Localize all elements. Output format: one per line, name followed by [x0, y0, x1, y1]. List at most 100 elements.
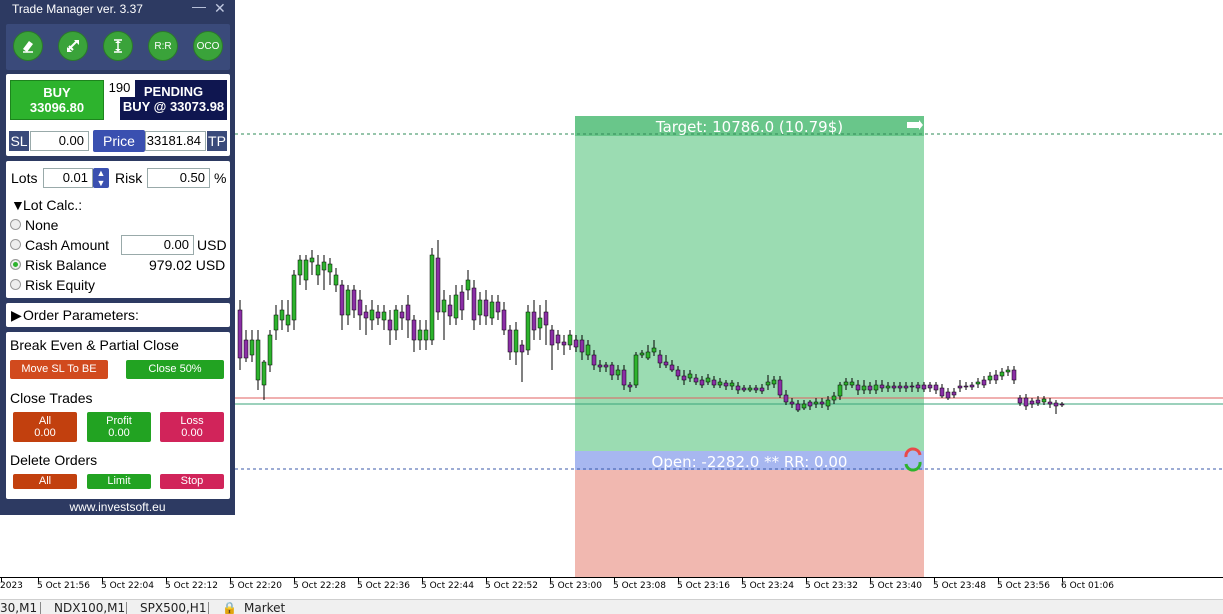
- candle-body: [735, 385, 741, 391]
- candle-body: [459, 291, 465, 311]
- candle-body: [645, 351, 651, 359]
- candle-body: [927, 384, 933, 389]
- stop-zone[interactable]: [575, 470, 924, 577]
- close-loss-value: 0.00: [181, 427, 203, 439]
- time-axis: 2023 5 Oct 21:56 5 Oct 22:04 5 Oct 22:12 5 O…: [0, 577, 1223, 599]
- sl-input[interactable]: 0.00: [30, 131, 89, 151]
- candle-body: [405, 304, 411, 321]
- close-loss-button[interactable]: Loss 0.00: [160, 412, 224, 442]
- candle-body: [573, 339, 579, 348]
- time-axis-tick: [38, 578, 39, 582]
- candle-body: [771, 379, 777, 385]
- delete-all-button[interactable]: All: [13, 474, 77, 489]
- candle-body: [369, 309, 375, 321]
- price-input[interactable]: 33181.84: [145, 131, 206, 151]
- delete-stop-button[interactable]: Stop: [160, 474, 224, 489]
- order-params-toggle[interactable]: ▶: [11, 307, 22, 324]
- candle-body: [507, 329, 513, 353]
- candle-body: [873, 384, 879, 391]
- candle-body: [309, 257, 315, 263]
- candle-body: [921, 384, 927, 390]
- candle-body: [291, 274, 297, 321]
- lock-icon: 🔒: [222, 601, 237, 614]
- option-none-label[interactable]: None: [25, 217, 58, 233]
- candle-body: [705, 377, 711, 383]
- candle-body: [945, 391, 951, 399]
- pending-button[interactable]: PENDING BUY @ 33073.98: [120, 80, 227, 120]
- candle-body: [909, 385, 915, 388]
- radio-risk-equity[interactable]: [10, 279, 21, 290]
- move-sl-to-be-button[interactable]: Move SL To BE: [10, 360, 108, 379]
- close-all-button[interactable]: All 0.00: [13, 412, 77, 442]
- break-even-label: Break Even & Partial Close: [10, 337, 179, 353]
- candle-body: [681, 375, 687, 381]
- close-profit-button[interactable]: Profit 0.00: [87, 412, 151, 442]
- candle-body: [963, 385, 969, 388]
- target-label: Target: 10786.0 (10.79$): [655, 118, 844, 136]
- option-cash-amount-label[interactable]: Cash Amount: [25, 237, 109, 253]
- close-all-value: 0.00: [34, 427, 56, 439]
- candle-body: [765, 381, 771, 386]
- candle-body: [243, 339, 249, 359]
- spread-value: 190: [104, 80, 135, 97]
- candle-body: [969, 384, 975, 388]
- candle-body: [483, 299, 489, 317]
- candle-body: [987, 375, 993, 381]
- candle-body: [1059, 403, 1065, 406]
- cash-amount-input[interactable]: 0.00: [121, 235, 194, 255]
- radio-none[interactable]: [10, 219, 21, 230]
- close-icon[interactable]: ✕: [214, 0, 226, 17]
- candle-body: [1041, 398, 1047, 403]
- candle-body: [933, 384, 939, 391]
- vertical-range-icon[interactable]: [103, 31, 133, 61]
- risk-input[interactable]: 0.50: [147, 168, 210, 188]
- tab-separator: [208, 602, 209, 614]
- open-label: Open: -2282.0 ** RR: 0.00: [651, 453, 848, 471]
- option-risk-equity-label[interactable]: Risk Equity: [25, 277, 95, 293]
- panel-titlebar[interactable]: Trade Manager ver. 3.37 — ✕: [0, 0, 235, 19]
- order-params-label[interactable]: Order Parameters:: [23, 307, 139, 323]
- candle-body: [831, 395, 837, 401]
- option-risk-balance-label[interactable]: Risk Balance: [25, 257, 107, 273]
- delete-orders-label: Delete Orders: [10, 452, 98, 468]
- time-axis-label: 6 Oct 01:06: [1061, 581, 1114, 591]
- eraser-icon[interactable]: [13, 31, 43, 61]
- reverse-arrows-icon[interactable]: [58, 31, 88, 61]
- candle-body: [261, 361, 267, 386]
- candle-body: [609, 364, 615, 376]
- candle-body: [783, 394, 789, 403]
- buy-button[interactable]: BUY 33096.80: [10, 80, 104, 120]
- candle-body: [387, 319, 393, 331]
- candle-body: [399, 311, 405, 319]
- lots-input[interactable]: 0.01: [43, 168, 93, 188]
- oco-button[interactable]: OCO: [193, 31, 223, 61]
- candle-body: [513, 329, 519, 353]
- price-button[interactable]: Price: [93, 130, 145, 152]
- target-zone[interactable]: [575, 116, 924, 451]
- candle-body: [303, 259, 309, 281]
- candle-body: [255, 339, 261, 381]
- time-axis-label: 5 Oct 23:40: [869, 581, 922, 591]
- mt-terminal-window: Target: 10786.0 (10.79$) Open: -2282.0 *…: [0, 0, 1223, 614]
- close-partial-button[interactable]: Close 50%: [126, 360, 224, 379]
- candle-body: [525, 311, 531, 351]
- radio-risk-balance[interactable]: [10, 259, 21, 270]
- delete-limit-button[interactable]: Limit: [87, 474, 151, 489]
- tab-market[interactable]: Market: [244, 601, 285, 614]
- candle-body: [375, 311, 381, 319]
- close-trades-label: Close Trades: [10, 390, 93, 406]
- radio-cash-amount[interactable]: [10, 239, 21, 250]
- footer-link[interactable]: www.investsoft.eu: [0, 500, 235, 515]
- tab-30-m1[interactable]: 30,M1: [0, 601, 37, 614]
- candle-body: [345, 289, 351, 316]
- minimize-icon[interactable]: —: [192, 0, 206, 14]
- rr-button[interactable]: R:R: [148, 31, 178, 61]
- tab-ndx100-m1[interactable]: NDX100,M1: [54, 601, 125, 614]
- lot-calc-label[interactable]: Lot Calc.:: [23, 197, 82, 213]
- candle-body: [975, 381, 981, 385]
- lots-stepper-icon[interactable]: ▲ ▼: [93, 168, 109, 188]
- tab-spx500-h1[interactable]: SPX500,H1: [140, 601, 206, 614]
- time-axis-tick: [358, 578, 359, 582]
- candle-body: [477, 299, 483, 316]
- candle-body: [441, 299, 447, 313]
